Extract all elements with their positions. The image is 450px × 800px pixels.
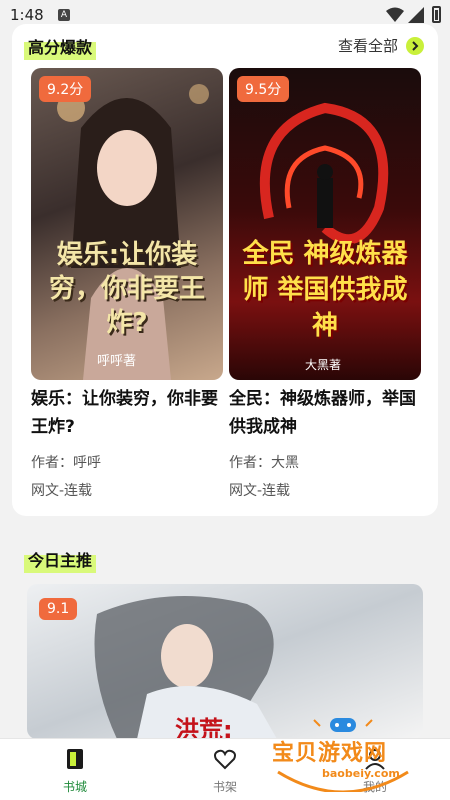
chevron-right-icon [406, 36, 424, 55]
see-all-label: 查看全部 [337, 37, 398, 55]
cover-caption: 娱乐:让你装穷，你非要王炸? [48, 240, 205, 338]
book-icon [67, 749, 83, 769]
heart-icon [214, 749, 236, 770]
cover-caption: 全民 神级炼器师 举国供我成神 [242, 239, 408, 341]
tab-bookstore[interactable]: 书城 [45, 747, 105, 795]
status-time: 1:48 [10, 6, 44, 24]
book-title[interactable]: 全民：神级炼器师，举国供我成神 [229, 385, 424, 441]
see-all-button[interactable]: 查看全部 [338, 35, 424, 56]
book-cover[interactable]: 9.5分 全民 神级炼器师 举国供我成神 大黑著 [229, 68, 421, 380]
section-title-hot: 高分爆款 [24, 32, 97, 60]
score-badge: 9.2分 [39, 76, 92, 102]
section-title-today: 今日主推 [24, 545, 97, 573]
tab-bookshelf[interactable]: 书架 [195, 747, 255, 795]
notification-a-icon: A [58, 9, 70, 21]
book-title[interactable]: 娱乐：让你装穷，你非要王炸? [31, 385, 226, 441]
watermark: 宝贝游戏网 baobeiy.com [258, 712, 428, 794]
cover-caption: 洪荒: [175, 716, 233, 739]
cover-author: 呼呼著 [97, 354, 137, 369]
cover-author: 大黑著 [305, 358, 342, 372]
book-category: 网文-连载 [229, 483, 291, 499]
book-cover[interactable]: 9.2分 娱乐:让你装穷，你非要王炸? 呼呼著 [31, 68, 223, 380]
wifi-icon [386, 7, 404, 22]
hot-books-card: 高分爆款 查看全部 9.2分 娱乐:让你装穷，你非要王炸? 呼呼著 9.5分 全… [12, 24, 438, 516]
tab-label: 书城 [62, 780, 87, 794]
book-author: 作者：大黑 [229, 455, 299, 471]
book-category: 网文-连载 [31, 483, 93, 499]
tab-label: 书架 [212, 780, 237, 794]
signal-icon [408, 7, 424, 23]
watermark-text: 宝贝游戏网 [272, 741, 388, 766]
battery-icon [432, 6, 441, 23]
watermark-url: baobeiy.com [322, 767, 400, 780]
score-badge: 9.5分 [237, 76, 290, 102]
score-badge: 9.1 [39, 598, 78, 620]
book-author: 作者：呼呼 [31, 455, 101, 471]
